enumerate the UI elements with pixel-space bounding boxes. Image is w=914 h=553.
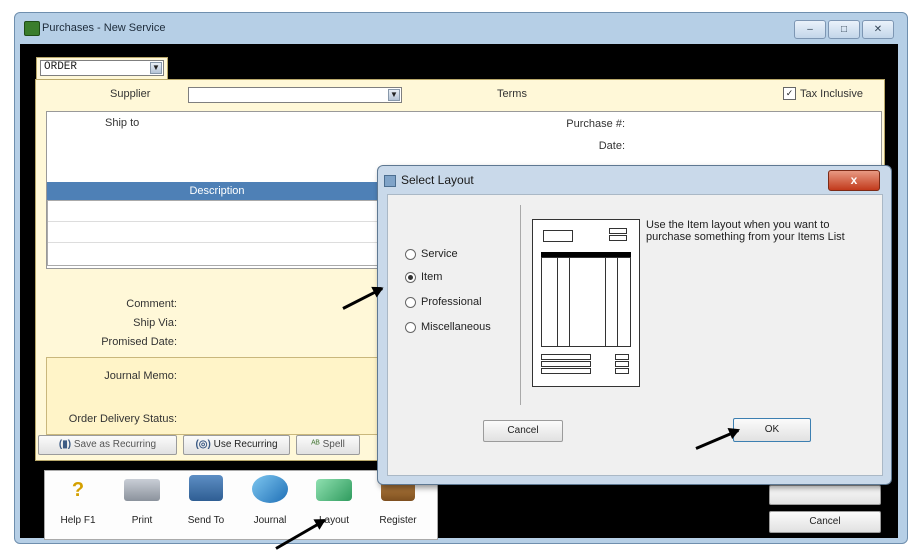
use-recurring-icon: (◎) <box>195 439 211 450</box>
order-type-value: ORDER <box>44 61 78 73</box>
option-professional[interactable]: Professional <box>405 296 482 308</box>
chevron-down-icon[interactable]: ▼ <box>388 89 400 101</box>
tax-inclusive-checkbox[interactable]: ✓ <box>783 87 796 100</box>
use-recurring-button[interactable]: (◎) Use Recurring <box>183 435 290 455</box>
dialog-divider <box>520 205 521 405</box>
journal-icon <box>252 475 288 503</box>
order-delivery-status-label: Order Delivery Status: <box>68 413 177 425</box>
layout-description: Use the Item layout when you want to pur… <box>646 219 845 243</box>
table-row-divider <box>48 221 386 222</box>
register-label: Register <box>379 515 417 526</box>
chevron-down-icon[interactable]: ▼ <box>150 62 162 74</box>
comment-label: Comment: <box>126 298 177 310</box>
send-to-label: Send To <box>187 515 225 526</box>
description-column-header[interactable]: Description <box>47 182 387 200</box>
use-recurring-label: Use Recurring <box>213 439 278 450</box>
dialog-close-button[interactable]: x <box>828 170 880 191</box>
app-icon <box>24 21 40 36</box>
radio-selected-icon[interactable] <box>405 271 416 283</box>
supplier-label: Supplier <box>110 88 151 100</box>
option-professional-label: Professional <box>421 296 482 308</box>
spell-button[interactable]: ᴬᴮ Spell <box>296 435 360 455</box>
line-items-table[interactable] <box>47 200 389 266</box>
option-item[interactable]: Item <box>405 271 442 283</box>
ship-via-label: Ship Via: <box>133 317 177 329</box>
dialog-cancel-button[interactable]: Cancel <box>483 420 563 442</box>
promised-date-label: Promised Date: <box>101 336 177 348</box>
option-item-label: Item <box>421 271 443 283</box>
dialog-title: Select Layout <box>401 173 474 187</box>
print-button[interactable]: Print <box>113 475 171 535</box>
ship-to-field[interactable] <box>168 113 348 173</box>
save-recurring-icon: (▮) <box>58 439 72 450</box>
layout-icon <box>316 479 352 501</box>
journal-button[interactable]: Journal <box>241 475 299 535</box>
radio-icon[interactable] <box>405 248 416 260</box>
print-label: Print <box>131 515 153 526</box>
close-window-button[interactable]: ✕ <box>862 20 894 39</box>
radio-icon[interactable] <box>405 296 416 308</box>
journal-label: Journal <box>253 515 287 526</box>
spell-check-icon: ᴬᴮ <box>311 439 320 450</box>
order-type-select[interactable]: ORDER ▼ <box>40 60 164 76</box>
option-service[interactable]: Service <box>405 248 458 260</box>
date-label: Date: <box>598 140 625 152</box>
tax-inclusive-label: Tax Inclusive <box>800 88 863 100</box>
maximize-button[interactable]: □ <box>828 20 860 39</box>
table-row-divider <box>48 242 386 243</box>
ship-to-label: Ship to <box>105 117 140 129</box>
help-button[interactable]: ? Help F1 <box>49 475 107 535</box>
help-label: Help F1 <box>60 515 96 526</box>
supplier-select[interactable]: ▼ <box>188 87 402 103</box>
dialog-icon <box>384 175 396 187</box>
send-to-button[interactable]: Send To <box>177 475 235 535</box>
minimize-button[interactable]: – <box>794 20 826 39</box>
option-miscellaneous-label: Miscellaneous <box>421 321 491 333</box>
save-recurring-label: Save as Recurring <box>73 439 157 450</box>
save-as-recurring-button[interactable]: (▮) Save as Recurring <box>38 435 177 455</box>
window-title: Purchases - New Service <box>42 22 166 34</box>
purchase-number-label: Purchase #: <box>566 118 625 130</box>
spell-label: Spell <box>322 439 345 450</box>
hidden-record-button[interactable] <box>769 485 881 505</box>
option-miscellaneous[interactable]: Miscellaneous <box>405 321 491 333</box>
layout-preview-image <box>532 219 640 387</box>
option-service-label: Service <box>421 248 458 260</box>
terms-label[interactable]: Terms <box>497 88 527 100</box>
printer-icon <box>124 479 160 501</box>
help-icon: ? <box>71 479 85 501</box>
radio-icon[interactable] <box>405 321 416 333</box>
cancel-button[interactable]: Cancel <box>769 511 881 533</box>
send-to-icon <box>189 475 223 501</box>
journal-memo-label: Journal Memo: <box>104 370 177 382</box>
ok-button[interactable]: OK <box>733 418 811 442</box>
